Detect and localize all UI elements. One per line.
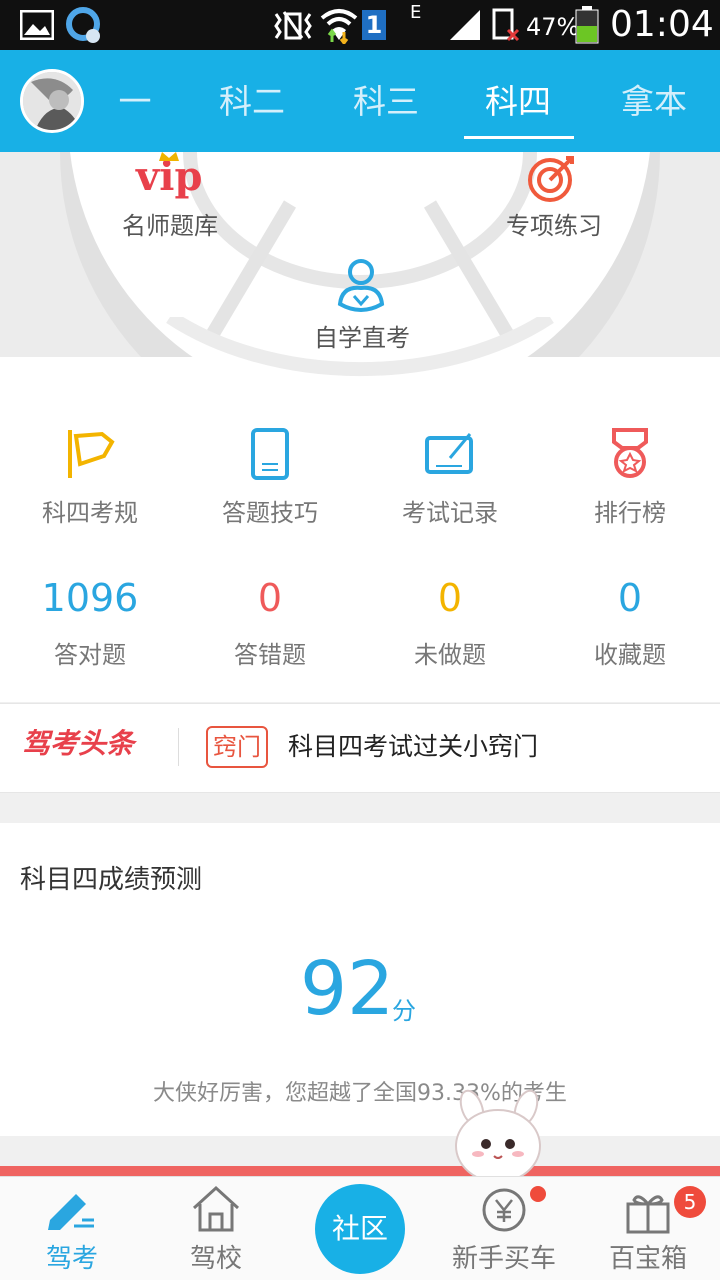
tab-subject-one[interactable]: 一 xyxy=(110,80,160,124)
prediction-title: 科目四成绩预测 xyxy=(20,865,203,895)
undone-label: 未做题 xyxy=(414,641,486,669)
home-icon xyxy=(192,1185,240,1232)
special-practice-button[interactable]: 专项练习 xyxy=(494,206,614,241)
record-icon xyxy=(425,433,473,474)
network-type: E xyxy=(410,2,422,23)
tool-leaderboard[interactable]: 排行榜 xyxy=(570,498,690,528)
rabbit-mascot-icon[interactable] xyxy=(446,1088,550,1180)
active-tab-indicator xyxy=(464,136,574,139)
favorite-label: 收藏题 xyxy=(594,641,666,669)
wheel-base-arc xyxy=(166,317,554,377)
flag-icon xyxy=(68,430,115,478)
battery-icon xyxy=(575,6,599,44)
divider xyxy=(178,728,179,766)
news-headline[interactable]: 科目四考试过关小窍门 xyxy=(288,731,538,763)
sim-indicator: 1 xyxy=(362,10,386,40)
news-tag-badge: 窍门 xyxy=(206,726,268,768)
teacher-bank-button[interactable]: 名师题库 xyxy=(110,206,230,241)
tab-get-license[interactable]: 拿本 xyxy=(612,80,696,124)
notification-dot xyxy=(530,1186,546,1202)
crown-icon xyxy=(159,152,179,161)
gallery-icon xyxy=(20,10,54,40)
correct-label: 答对题 xyxy=(54,641,126,669)
subject-tabs-header: 一 科二 科三 科四 拿本 xyxy=(0,50,720,152)
gift-icon xyxy=(626,1195,670,1234)
nav-community-button[interactable]: 社区 xyxy=(315,1184,405,1274)
nosim-icon xyxy=(492,8,520,42)
tab-subject-four[interactable]: 科四 xyxy=(476,80,560,124)
nav-buy-car[interactable]: 新手买车 xyxy=(446,1243,562,1275)
tab-subject-three[interactable]: 科三 xyxy=(344,80,428,124)
tool-exam-rules[interactable]: 科四考规 xyxy=(30,498,150,528)
promo-strip xyxy=(0,1166,720,1176)
medal-icon xyxy=(612,428,648,478)
gift-badge: 5 xyxy=(674,1186,706,1218)
battery-percent: 47% xyxy=(526,13,580,41)
predicted-score: 92 xyxy=(300,946,395,1032)
pencil-icon xyxy=(48,1194,94,1230)
tool-exam-records[interactable]: 考试记录 xyxy=(390,498,510,528)
yuan-coin-icon xyxy=(482,1188,526,1232)
prediction-message: 大侠好厉害，您超越了全国93.33%的考生 xyxy=(153,1081,567,1106)
vibrate-icon xyxy=(274,11,312,40)
nav-driving-school[interactable]: 驾校 xyxy=(174,1243,258,1275)
tab-subject-two[interactable]: 科二 xyxy=(210,80,294,124)
wrong-label: 答错题 xyxy=(234,641,306,669)
wifi-icon xyxy=(320,9,358,44)
undone-count[interactable]: 0 xyxy=(390,576,510,620)
student-icon xyxy=(337,259,385,312)
wrong-count[interactable]: 0 xyxy=(210,576,330,620)
news-brand-logo: 驾考头条 xyxy=(22,727,135,760)
status-bar: 1 E 47% 01:04 xyxy=(0,0,720,50)
news-headline-bar[interactable]: 驾考头条 窍门 科目四考试过关小窍门 xyxy=(0,703,720,793)
favorite-count[interactable]: 0 xyxy=(570,576,690,620)
nav-driving-test[interactable]: 驾考 xyxy=(30,1243,114,1275)
clock: 01:04 xyxy=(610,4,714,45)
nav-treasure-box[interactable]: 百宝箱 xyxy=(604,1243,692,1275)
avatar[interactable] xyxy=(20,69,84,133)
signal-icon xyxy=(450,10,480,40)
browser-icon xyxy=(66,7,100,43)
correct-count[interactable]: 1096 xyxy=(30,576,150,620)
tool-answer-tips[interactable]: 答题技巧 xyxy=(210,498,330,528)
target-icon xyxy=(528,156,574,202)
score-unit: 分 xyxy=(392,997,416,1025)
phone-icon xyxy=(251,428,289,480)
score-prediction-card: 科目四成绩预测 92 分 大侠好厉害，您超越了全国93.33%的考生 xyxy=(0,823,720,1136)
